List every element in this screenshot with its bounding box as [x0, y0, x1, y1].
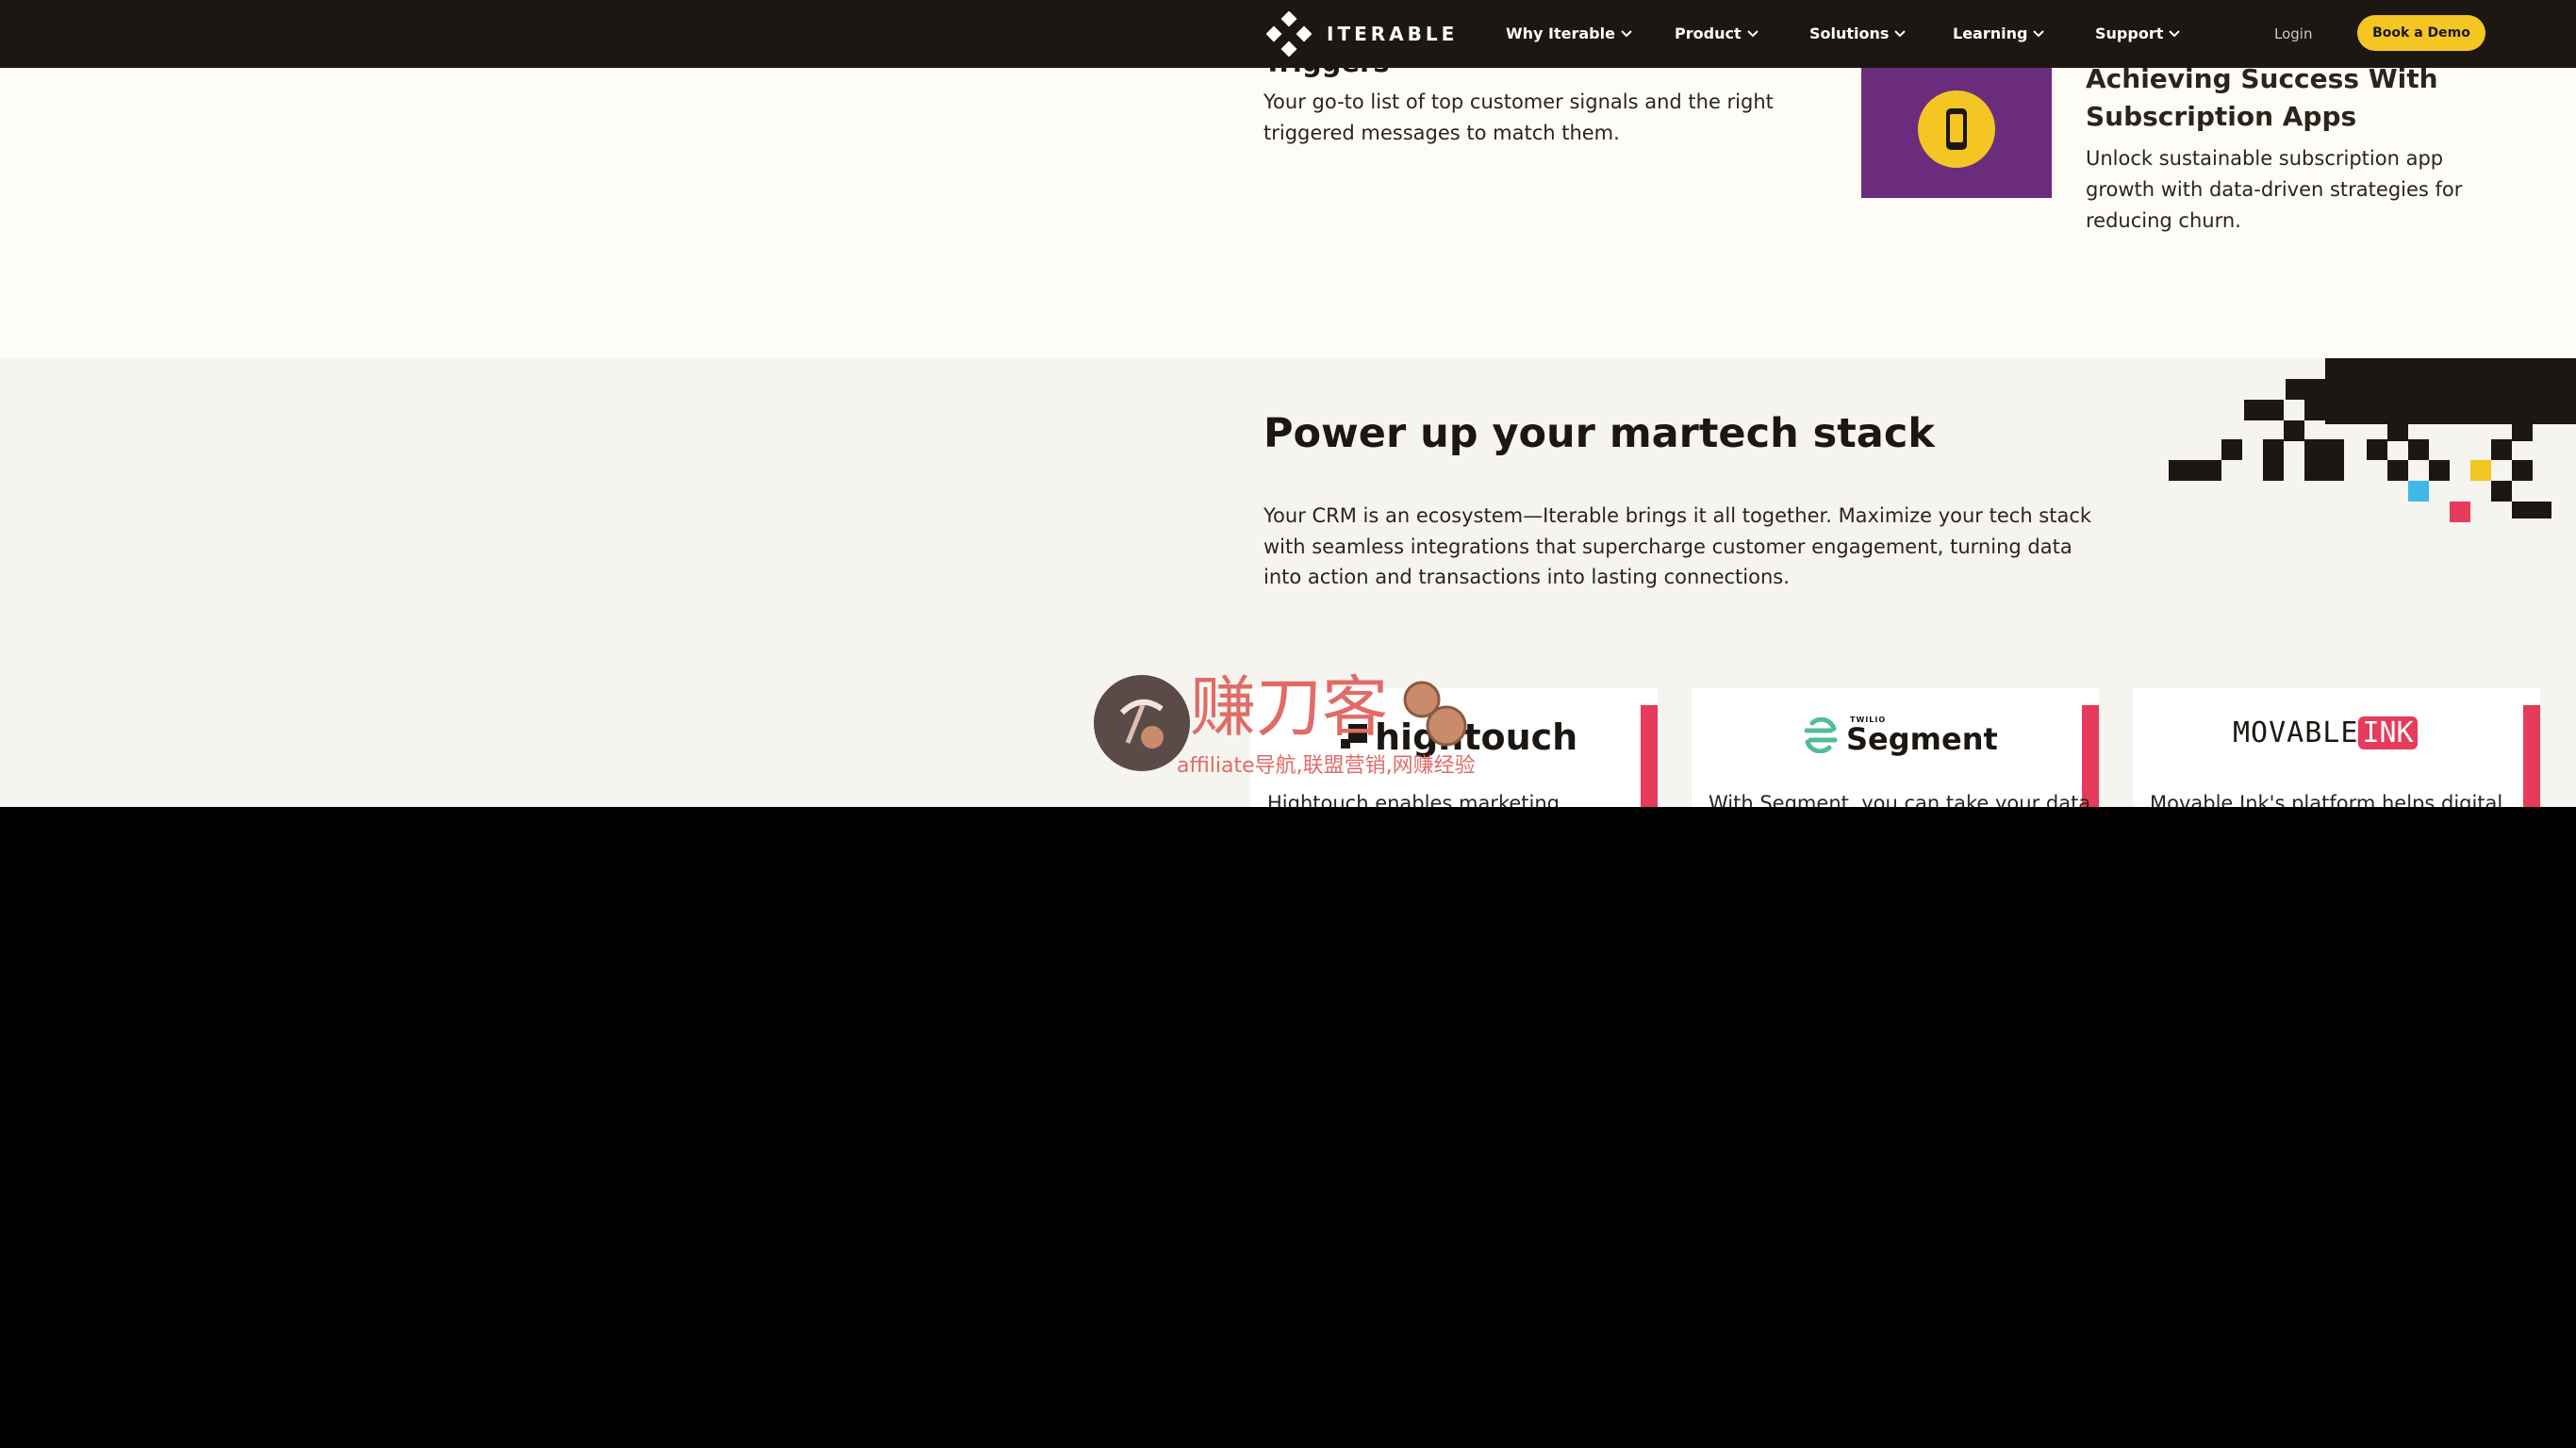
pickaxe-icon	[1119, 699, 1164, 749]
nav-support[interactable]: Support	[2095, 21, 2181, 47]
top-navigation: ITERABLE Why Iterable Product Solutions …	[0, 0, 2576, 68]
nav-learning[interactable]: Learning	[1953, 21, 2045, 47]
iterable-logo-icon	[1266, 11, 1312, 57]
iterable-logo[interactable]: ITERABLE	[1266, 11, 1458, 57]
nav-support-label: Support	[2095, 25, 2164, 42]
subscription-card-title[interactable]: Achieving Success With Subscription Apps	[2086, 60, 2482, 136]
brand-name: ITERABLE	[1327, 23, 1459, 45]
segment-wordmark: TWILIO Segment	[1846, 716, 1998, 757]
pixel-art-decoration	[2169, 358, 2576, 522]
chevron-down-icon	[1621, 30, 1632, 38]
movable-ink-description: Movable Ink's platform helps digital	[2150, 792, 2503, 807]
chevron-down-icon	[1894, 30, 1907, 38]
nav-solutions[interactable]: Solutions	[1809, 21, 1907, 47]
page-viewport: ITERABLE Why Iterable Product Solutions …	[0, 0, 2576, 807]
segment-logo: TWILIO Segment	[1803, 716, 1998, 754]
chevron-down-icon	[2033, 30, 2045, 38]
nav-why-iterable[interactable]: Why Iterable	[1506, 21, 1632, 47]
triggers-card-description: Your go-to list of top customer signals …	[1263, 90, 1774, 144]
nav-product[interactable]: Product	[1675, 21, 1759, 47]
integration-card-movable-ink[interactable]: MOVABLE INK Movable Ink's platform helps…	[2133, 688, 2540, 807]
nav-why-iterable-label: Why Iterable	[1506, 25, 1615, 42]
segment-name: Segment	[1846, 721, 1998, 757]
martech-description: Your CRM is an ecosystem—Iterable brings…	[1263, 504, 2092, 588]
integration-card-segment[interactable]: TWILIO Segment With Segment, you can tak…	[1692, 688, 2099, 807]
nav-product-label: Product	[1675, 25, 1742, 42]
movable-ink-logo: MOVABLE INK	[2233, 716, 2418, 749]
segment-mark-icon	[1804, 717, 1838, 753]
phone-icon	[1946, 108, 1967, 150]
login-link[interactable]: Login	[2274, 21, 2312, 47]
subscription-card-description: Unlock sustainable subscription app grow…	[2086, 147, 2463, 232]
martech-title: Power up your martech stack	[1263, 410, 1935, 457]
card-accent-bar	[2523, 705, 2540, 807]
hightouch-description: Hightouch enables marketing	[1267, 792, 1560, 807]
watermark-subtitle: affiliate导航,联盟营销,网赚经验	[1177, 754, 1476, 778]
phone-badge	[1918, 90, 1995, 168]
chevron-down-icon	[2169, 30, 2181, 38]
nav-solutions-label: Solutions	[1809, 25, 1890, 42]
watermark-logo-icon	[1094, 675, 1190, 771]
watermark-title: 赚刀客	[1190, 668, 1388, 746]
ink-wordmark: INK	[2358, 716, 2418, 749]
nav-learning-label: Learning	[1953, 25, 2028, 42]
coins-icon	[1403, 681, 1467, 747]
subscription-card-image[interactable]	[1861, 57, 2052, 198]
segment-description: With Segment, you can take your data	[1709, 792, 2091, 807]
movable-wordmark: MOVABLE	[2233, 716, 2359, 749]
book-demo-button[interactable]: Book a Demo	[2357, 15, 2485, 51]
chevron-down-icon	[1746, 30, 1759, 38]
card-accent-bar	[1641, 705, 1658, 807]
watermark-overlay: 赚刀客 affiliate导航,联盟营销,网赚经验	[1094, 669, 1482, 779]
